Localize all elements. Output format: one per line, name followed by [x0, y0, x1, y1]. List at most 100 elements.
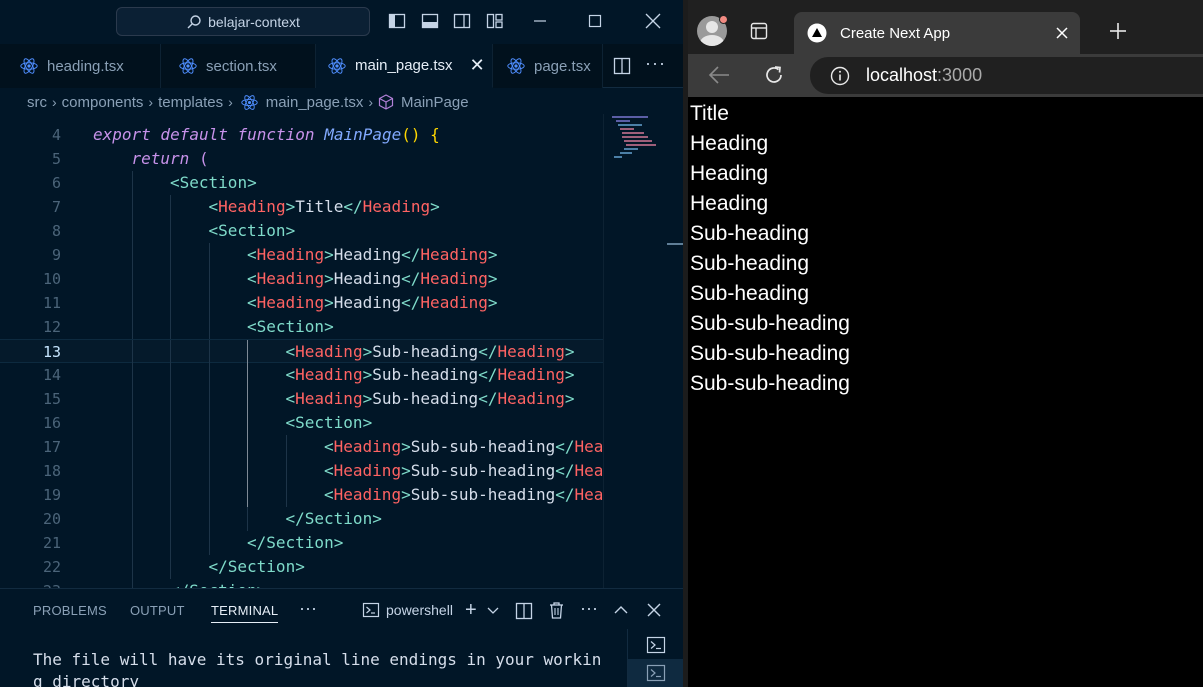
code-editor[interactable]: 4 export default function MainPage() {5 re…: [0, 123, 603, 588]
breadcrumb-item[interactable]: MainPage: [401, 94, 469, 111]
new-terminal-icon[interactable]: +: [465, 599, 477, 621]
code-line[interactable]: 9 <Heading>Heading</Heading>: [0, 243, 603, 267]
code-line[interactable]: 19 <Heading>Sub-sub-heading</Hea: [0, 483, 603, 507]
code-line[interactable]: 8 <Section>: [0, 219, 603, 243]
customize-layout-icon[interactable]: [486, 12, 504, 30]
code-line[interactable]: 15 <Heading>Sub-heading</Heading>: [0, 387, 603, 411]
toggle-panel-icon[interactable]: [421, 12, 439, 30]
code-line[interactable]: 22 </Section>: [0, 555, 603, 579]
maximize-button[interactable]: [580, 8, 610, 34]
reload-icon[interactable]: [763, 64, 785, 86]
indent-guide: [170, 363, 171, 387]
tab-problems[interactable]: PROBLEMS: [33, 603, 107, 618]
address-bar[interactable]: localhost:3000: [810, 57, 1203, 94]
page-content: Title Heading Heading Heading Sub-heading Sub…: [688, 97, 1203, 687]
code-line[interactable]: 6 <Section>: [0, 171, 603, 195]
code-line[interactable]: 13 <Heading>Sub-heading</Heading>: [0, 339, 603, 364]
line-number: 21: [42, 534, 61, 552]
indent-guide: [208, 363, 210, 387]
indent-guide: [170, 291, 171, 315]
chevron-right-icon: ›: [148, 94, 154, 110]
maximize-panel-icon[interactable]: [613, 604, 629, 616]
back-arrow-icon[interactable]: [707, 64, 731, 86]
search-icon: [187, 14, 201, 28]
indent-guide: [208, 411, 210, 435]
breadcrumb-item[interactable]: components: [62, 94, 144, 111]
code-line[interactable]: 21 </Section>: [0, 531, 603, 555]
tab-main-page-tsx[interactable]: main_page.tsx ✕: [316, 44, 493, 88]
panel-more-icon[interactable]: ···: [299, 597, 317, 619]
terminal-instance-icon[interactable]: [646, 664, 666, 682]
symbol-method-icon: [378, 94, 394, 110]
code-text: </Section>: [247, 531, 343, 555]
breadcrumb-item[interactable]: src: [27, 94, 47, 111]
close-window-button[interactable]: [638, 8, 668, 34]
terminal-instance-icon[interactable]: [646, 636, 666, 654]
toggle-primary-sidebar-icon[interactable]: [388, 12, 406, 30]
code-line[interactable]: 14 <Heading>Sub-heading</Heading>: [0, 363, 603, 387]
browser-tab[interactable]: Create Next App: [794, 12, 1080, 54]
code-line[interactable]: 4 export default function MainPage() {: [0, 123, 603, 147]
code-line[interactable]: 16 <Section>: [0, 411, 603, 435]
code-line[interactable]: 20 </Section>: [0, 507, 603, 531]
react-icon: [241, 94, 258, 110]
code-text: <Heading>Sub-sub-heading</Hea: [324, 435, 603, 459]
indent-guide: [131, 171, 133, 195]
tab-section-tsx[interactable]: section.tsx: [161, 44, 316, 88]
breadcrumb-item[interactable]: main_page.tsx: [266, 94, 364, 111]
indent-guide: [131, 291, 133, 315]
close-tab-icon[interactable]: ✕: [470, 55, 485, 76]
code-token: </: [401, 293, 421, 312]
code-token: >: [430, 197, 440, 216]
code-line[interactable]: 5 return (: [0, 147, 603, 171]
tab-output[interactable]: OUTPUT: [130, 603, 185, 618]
code-line[interactable]: 18 <Heading>Sub-sub-heading</Hea: [0, 459, 603, 483]
tab-terminal[interactable]: TERMINAL: [211, 603, 279, 623]
code-line[interactable]: 12 <Section>: [0, 315, 603, 339]
new-tab-icon[interactable]: [1109, 22, 1127, 40]
code-token: </: [555, 461, 575, 480]
vertical-scrollbar[interactable]: [667, 114, 683, 588]
line-number: 23: [0, 579, 61, 588]
rendered-heading: Heading: [690, 132, 769, 155]
tab-label: main_page.tsx: [355, 57, 453, 74]
line-number: 17: [42, 438, 61, 456]
code-token: >: [564, 365, 575, 384]
trash-icon[interactable]: [548, 601, 565, 620]
terminal-output[interactable]: The file will have its original line end…: [33, 649, 608, 687]
code-line[interactable]: 23 </Section>: [0, 579, 603, 588]
terminal-more-icon[interactable]: ···: [580, 597, 598, 619]
split-editor-icon[interactable]: [613, 57, 631, 75]
command-center-search[interactable]: belajar-context: [116, 7, 370, 36]
indent-guide: [131, 411, 133, 435]
tab-actions-icon[interactable]: [750, 22, 768, 40]
terminal-shell-selector[interactable]: powershell: [362, 599, 453, 621]
indent-guide: [131, 315, 133, 339]
close-panel-icon[interactable]: [647, 603, 661, 617]
code-token: >: [401, 485, 411, 504]
info-icon[interactable]: [830, 66, 850, 86]
minimize-button[interactable]: [525, 8, 555, 34]
minimap-preview: [612, 116, 656, 158]
rendered-heading: Sub-heading: [690, 282, 810, 305]
toggle-secondary-sidebar-icon[interactable]: [453, 12, 471, 30]
close-tab-icon[interactable]: [1056, 27, 1068, 39]
tab-heading-tsx[interactable]: heading.tsx: [0, 44, 161, 88]
code-line[interactable]: 10 <Heading>Heading</Heading>: [0, 267, 603, 291]
indent-guide: [208, 483, 210, 507]
code-line[interactable]: 17 <Heading>Sub-sub-heading</Hea: [0, 435, 603, 459]
split-terminal-icon[interactable]: [515, 602, 533, 620]
indent-guide: [208, 435, 210, 459]
minimap[interactable]: [603, 114, 667, 588]
tab-page-tsx[interactable]: page.tsx: [493, 44, 603, 88]
chevron-down-icon[interactable]: [487, 606, 499, 616]
code-line[interactable]: 7 <Heading>Title</Heading>: [0, 195, 603, 219]
code-token: </: [478, 342, 498, 361]
breadcrumb-item[interactable]: templates: [158, 94, 223, 111]
minimize-icon: [534, 20, 546, 22]
indent-guide: [247, 483, 248, 507]
more-actions-icon[interactable]: ···: [645, 53, 666, 74]
code-line[interactable]: 11 <Heading>Heading</Heading>: [0, 291, 603, 315]
rendered-heading: Heading: [690, 192, 769, 215]
code-token: Heading: [362, 197, 431, 216]
